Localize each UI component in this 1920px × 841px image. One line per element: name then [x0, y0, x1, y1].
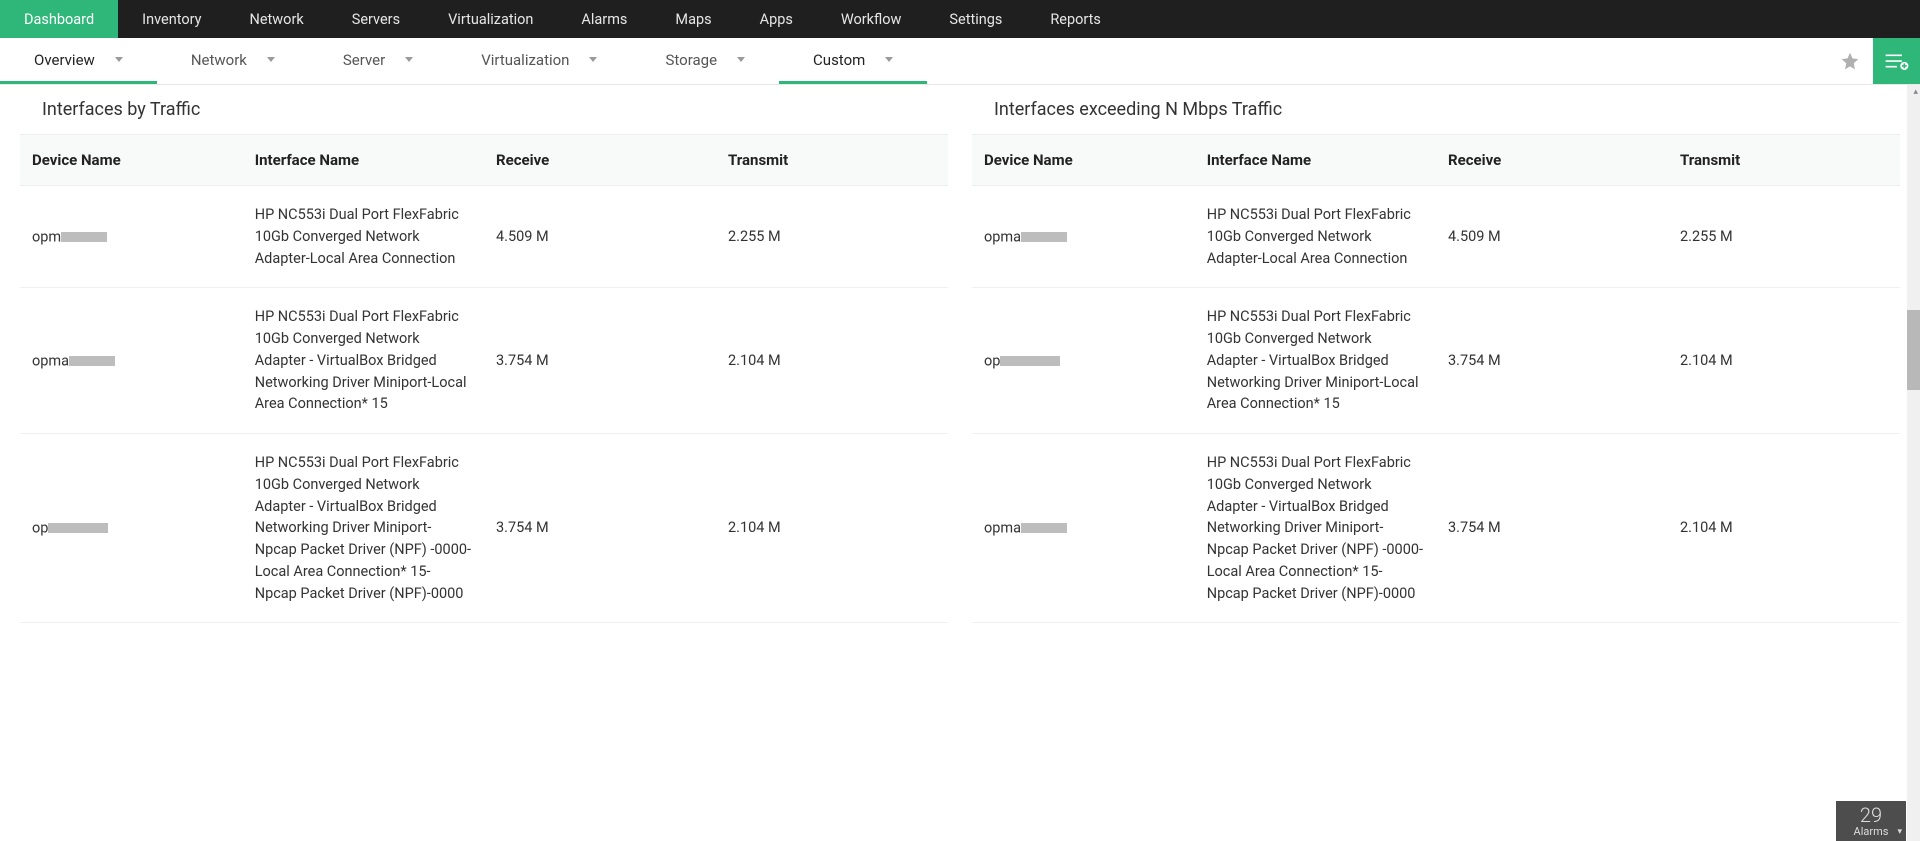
cell-receive: 4.509 M [484, 186, 716, 288]
panel-interfaces-exceeding-n-mbps: Interfaces exceeding N Mbps Traffic Devi… [972, 85, 1900, 841]
chevron-down-icon: ▾ [1897, 827, 1902, 837]
nav-virtualization[interactable]: Virtualization [424, 0, 557, 38]
cell-receive: 4.509 M [1436, 186, 1668, 288]
chevron-down-icon [405, 57, 413, 62]
cell-device: op [20, 434, 243, 623]
nav-settings[interactable]: Settings [925, 0, 1026, 38]
cell-device: opma [20, 288, 243, 434]
tab-virtualization[interactable]: Virtualization [447, 38, 631, 84]
nav-maps[interactable]: Maps [651, 0, 735, 38]
cell-receive: 3.754 M [1436, 434, 1668, 623]
star-icon [1840, 51, 1860, 71]
cell-device: opma [972, 186, 1195, 288]
table-row[interactable]: opma HP NC553i Dual Port FlexFabric 10Gb… [20, 288, 948, 434]
cell-device: opm [20, 186, 243, 288]
tab-label: Overview [34, 51, 95, 69]
nav-apps[interactable]: Apps [736, 0, 817, 38]
cell-transmit: 2.104 M [1668, 288, 1900, 434]
tab-custom[interactable]: Custom [779, 38, 927, 84]
alarms-count: 29 [1860, 805, 1882, 825]
col-receive[interactable]: Receive [484, 135, 716, 186]
nav-reports[interactable]: Reports [1026, 0, 1125, 38]
chevron-down-icon [737, 57, 745, 62]
nav-workflow[interactable]: Workflow [817, 0, 926, 38]
col-transmit[interactable]: Transmit [716, 135, 948, 186]
col-interface-name[interactable]: Interface Name [243, 135, 484, 186]
chevron-down-icon [267, 57, 275, 62]
cell-device: op [972, 288, 1195, 434]
redacted-text [61, 232, 107, 242]
nav-dashboard[interactable]: Dashboard [0, 0, 118, 38]
alarms-label: Alarms [1854, 825, 1889, 838]
col-interface-name[interactable]: Interface Name [1195, 135, 1436, 186]
tab-label: Virtualization [481, 51, 569, 69]
sub-nav: Overview Network Server Virtualization S… [0, 38, 1920, 85]
chevron-down-icon [885, 57, 893, 62]
cell-receive: 3.754 M [1436, 288, 1668, 434]
cell-transmit: 2.104 M [716, 288, 948, 434]
cell-device: opma [972, 434, 1195, 623]
cell-receive: 3.754 M [484, 434, 716, 623]
panel-title: Interfaces by Traffic [20, 85, 948, 135]
tab-storage[interactable]: Storage [631, 38, 779, 84]
tab-network[interactable]: Network [157, 38, 309, 84]
tab-label: Network [191, 51, 247, 69]
chevron-down-icon [589, 57, 597, 62]
nav-alarms[interactable]: Alarms [557, 0, 651, 38]
tab-label: Storage [665, 51, 717, 69]
interfaces-table: Device Name Interface Name Receive Trans… [972, 135, 1900, 623]
add-widget-button[interactable] [1873, 38, 1920, 84]
cell-transmit: 2.104 M [716, 434, 948, 623]
table-row[interactable]: op HP NC553i Dual Port FlexFabric 10Gb C… [972, 288, 1900, 434]
panel-interfaces-by-traffic: Interfaces by Traffic Device Name Interf… [20, 85, 948, 841]
cell-interface: HP NC553i Dual Port FlexFabric 10Gb Conv… [1195, 288, 1436, 434]
redacted-text [1000, 356, 1060, 366]
vertical-scrollbar[interactable]: ▴ [1907, 85, 1920, 841]
table-row[interactable]: opma HP NC553i Dual Port FlexFabric 10Gb… [972, 186, 1900, 288]
nav-inventory[interactable]: Inventory [118, 0, 225, 38]
cell-interface: HP NC553i Dual Port FlexFabric 10Gb Conv… [243, 434, 484, 623]
dashboard-content: Interfaces by Traffic Device Name Interf… [0, 85, 1920, 841]
redacted-text [48, 523, 108, 533]
redacted-text [1021, 232, 1067, 242]
cell-interface: HP NC553i Dual Port FlexFabric 10Gb Conv… [1195, 434, 1436, 623]
table-row[interactable]: opm HP NC553i Dual Port FlexFabric 10Gb … [20, 186, 948, 288]
cell-receive: 3.754 M [484, 288, 716, 434]
chevron-down-icon [115, 57, 123, 62]
col-device-name[interactable]: Device Name [20, 135, 243, 186]
panel-title: Interfaces exceeding N Mbps Traffic [972, 85, 1900, 135]
tab-server[interactable]: Server [309, 38, 447, 84]
col-transmit[interactable]: Transmit [1668, 135, 1900, 186]
redacted-text [1021, 523, 1067, 533]
nav-network[interactable]: Network [226, 0, 328, 38]
interfaces-table: Device Name Interface Name Receive Trans… [20, 135, 948, 623]
redacted-text [69, 356, 115, 366]
tab-label: Custom [813, 51, 865, 69]
tab-label: Server [343, 51, 385, 69]
top-nav: Dashboard Inventory Network Servers Virt… [0, 0, 1920, 38]
scroll-up-icon: ▴ [1913, 87, 1918, 97]
table-row[interactable]: opma HP NC553i Dual Port FlexFabric 10Gb… [972, 434, 1900, 623]
list-add-icon [1884, 51, 1910, 71]
scrollbar-thumb[interactable] [1907, 310, 1920, 390]
nav-servers[interactable]: Servers [328, 0, 424, 38]
cell-transmit: 2.255 M [716, 186, 948, 288]
col-device-name[interactable]: Device Name [972, 135, 1195, 186]
alarms-badge[interactable]: 29 Alarms ▾ [1836, 801, 1906, 841]
cell-transmit: 2.255 M [1668, 186, 1900, 288]
cell-interface: HP NC553i Dual Port FlexFabric 10Gb Conv… [1195, 186, 1436, 288]
favorite-button[interactable] [1827, 38, 1873, 84]
tab-overview[interactable]: Overview [0, 38, 157, 84]
table-row[interactable]: op HP NC553i Dual Port FlexFabric 10Gb C… [20, 434, 948, 623]
col-receive[interactable]: Receive [1436, 135, 1668, 186]
cell-transmit: 2.104 M [1668, 434, 1900, 623]
cell-interface: HP NC553i Dual Port FlexFabric 10Gb Conv… [243, 288, 484, 434]
cell-interface: HP NC553i Dual Port FlexFabric 10Gb Conv… [243, 186, 484, 288]
